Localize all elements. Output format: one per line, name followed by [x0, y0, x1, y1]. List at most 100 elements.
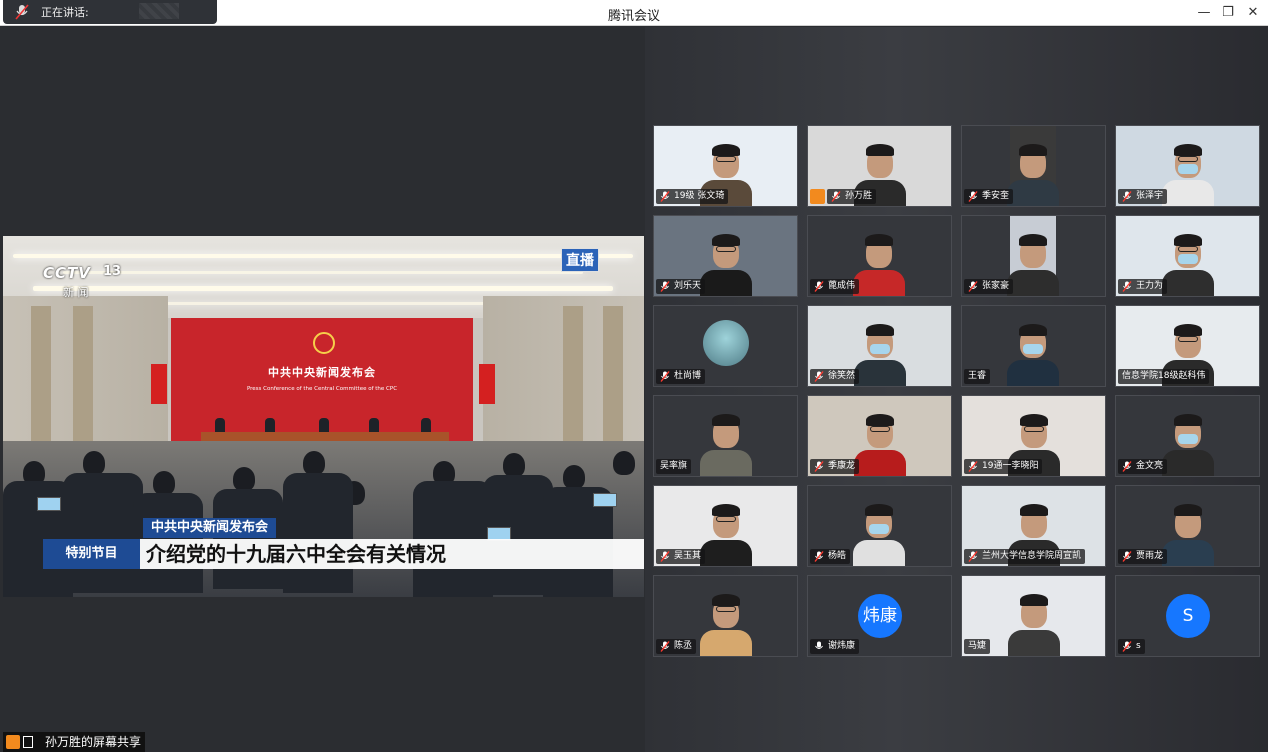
mic-muted-icon — [814, 461, 824, 472]
mic-muted-icon — [968, 551, 978, 562]
audience — [3, 441, 644, 597]
participant-avatar: S — [1166, 594, 1210, 638]
participant-video — [853, 216, 905, 296]
mic-muted-icon — [814, 371, 824, 382]
mic-muted-icon — [814, 281, 824, 292]
participant-name: 王睿 — [968, 371, 987, 381]
participant-name-tag: 吴率旗 — [656, 459, 692, 474]
participant-name: 季安奎 — [982, 191, 1010, 201]
participant-name-tag: 蓖成伟 — [810, 279, 860, 294]
mic-muted-icon — [660, 641, 670, 652]
speaking-indicator: 正在讲话: — [3, 0, 217, 24]
participant-tile[interactable]: Ss — [1115, 575, 1260, 657]
participant-tile[interactable]: 杨皓 — [807, 485, 952, 567]
participant-name: 兰州大学信息学院周宣凯 — [982, 551, 1082, 561]
mic-muted-icon — [660, 191, 670, 202]
restore-icon[interactable]: ❐ — [1216, 3, 1240, 23]
participant-name-tag: 季安奎 — [964, 189, 1014, 204]
speaking-label: 正在讲话: — [41, 6, 89, 19]
channel-sub: 新 闻 — [63, 286, 89, 299]
participant-video — [1007, 126, 1059, 206]
participant-video — [1007, 306, 1059, 386]
participant-tile[interactable]: 金文亮 — [1115, 395, 1260, 477]
mic-muted-icon — [968, 461, 978, 472]
participant-tile[interactable]: 季康龙 — [807, 395, 952, 477]
lower-third-headline: 介绍党的十九届六中全会有关情况 — [140, 539, 644, 569]
participant-name-tag: 孙万胜 — [827, 189, 877, 204]
mic-muted-icon — [1122, 281, 1132, 292]
participant-name-tag: 张家豪 — [964, 279, 1014, 294]
participant-tile[interactable]: 贾雨龙 — [1115, 485, 1260, 567]
channel-logo: CCTV — [43, 264, 91, 282]
participant-gallery: 19级 张文琦 孙万胜 季安奎 张泽宇刘乐天 蓖成伟 张家豪 王力为杜尚博 徐笑然 王睿 信息学院… — [645, 27, 1268, 752]
participant-name-tag: 马婕 — [964, 639, 991, 654]
sharer-label: 孙万胜的屏幕共享 — [45, 735, 142, 749]
participant-name: s — [1136, 641, 1141, 651]
mic-icon — [815, 641, 823, 649]
participant-tile[interactable]: 信息学院18级赵科伟 — [1115, 305, 1260, 387]
participant-name: 信息学院18级赵科伟 — [1122, 371, 1206, 381]
participant-name: 吴率旗 — [660, 461, 688, 471]
channel-number: 13 — [103, 264, 122, 279]
participant-name-tag: 季康龙 — [810, 459, 860, 474]
speaker-placeholder — [139, 3, 179, 19]
participant-tile[interactable]: 季安奎 — [961, 125, 1106, 207]
participant-tile[interactable]: 张家豪 — [961, 215, 1106, 297]
participant-name: 张家豪 — [982, 281, 1010, 291]
share-screen-icon — [23, 736, 33, 748]
participant-name-tag: 谢炜康 — [810, 639, 860, 654]
participant-name-tag: 贾雨龙 — [1118, 549, 1168, 564]
participant-name-tag: s — [1118, 639, 1145, 654]
participant-video — [1007, 216, 1059, 296]
participant-name-tag: 金文亮 — [1118, 459, 1168, 474]
participant-name: 金文亮 — [1136, 461, 1164, 471]
participant-name-tag: 张泽宇 — [1118, 189, 1168, 204]
main-stage: 中共中央新闻发布会 Press Conference of the Centra… — [0, 27, 645, 752]
participant-name-tag: 王睿 — [964, 369, 991, 384]
participant-tile[interactable]: 19通一李晓阳 — [961, 395, 1106, 477]
participant-name: 19级 张文琦 — [674, 191, 725, 201]
participant-name: 孙万胜 — [845, 191, 873, 201]
participant-name-tag: 徐笑然 — [810, 369, 860, 384]
participant-tile[interactable]: 19级 张文琦 — [653, 125, 798, 207]
mic-muted-icon — [1122, 461, 1132, 472]
participant-tile[interactable]: 王睿 — [961, 305, 1106, 387]
participant-tile[interactable]: 蓖成伟 — [807, 215, 952, 297]
participant-tile[interactable]: 孙万胜 — [807, 125, 952, 207]
participant-name-tag: 杜尚博 — [656, 369, 706, 384]
participant-name-tag: 信息学院18级赵科伟 — [1118, 369, 1210, 384]
participant-name: 19通一李晓阳 — [982, 461, 1039, 471]
mic-muted-icon — [968, 281, 978, 292]
participant-tile[interactable]: 吴率旗 — [653, 395, 798, 477]
participant-name-tag: 兰州大学信息学院周宣凯 — [964, 549, 1086, 564]
flag-right — [479, 364, 495, 404]
participant-tile[interactable]: 炜康 谢炜康 — [807, 575, 952, 657]
participant-name-tag: 19通一李晓阳 — [964, 459, 1043, 474]
participant-name-tag: 王力为 — [1118, 279, 1168, 294]
participant-name: 吴玉其 — [674, 551, 702, 561]
participant-tile[interactable]: 张泽宇 — [1115, 125, 1260, 207]
mic-muted-icon — [1122, 191, 1132, 202]
screen-share-owner[interactable]: 孙万胜的屏幕共享 — [3, 732, 146, 752]
close-icon[interactable]: ✕ — [1241, 3, 1265, 23]
host-icon — [6, 735, 20, 749]
minimize-icon[interactable]: — — [1192, 3, 1216, 23]
participant-tile[interactable]: 王力为 — [1115, 215, 1260, 297]
participant-tile[interactable]: 徐笑然 — [807, 305, 952, 387]
lower-third-small: 中共中央新闻发布会 — [143, 518, 277, 538]
participant-avatar: 炜康 — [858, 594, 902, 638]
participant-name: 刘乐天 — [674, 281, 702, 291]
participant-tile[interactable]: 马婕 — [961, 575, 1106, 657]
mic-muted-icon — [1122, 551, 1132, 562]
participant-tile[interactable]: 杜尚博 — [653, 305, 798, 387]
participant-tile[interactable]: 吴玉其 — [653, 485, 798, 567]
backdrop-title: 中共中央新闻发布会 — [268, 366, 376, 379]
screen-share-view[interactable]: 中共中央新闻发布会 Press Conference of the Centra… — [3, 236, 644, 597]
mic-muted-icon — [968, 191, 978, 202]
mic-muted-icon — [831, 191, 841, 202]
participant-tile[interactable]: 陈丞 — [653, 575, 798, 657]
participant-name: 季康龙 — [828, 461, 856, 471]
participant-tile[interactable]: 兰州大学信息学院周宣凯 — [961, 485, 1106, 567]
participant-name: 杨皓 — [828, 551, 847, 561]
participant-tile[interactable]: 刘乐天 — [653, 215, 798, 297]
